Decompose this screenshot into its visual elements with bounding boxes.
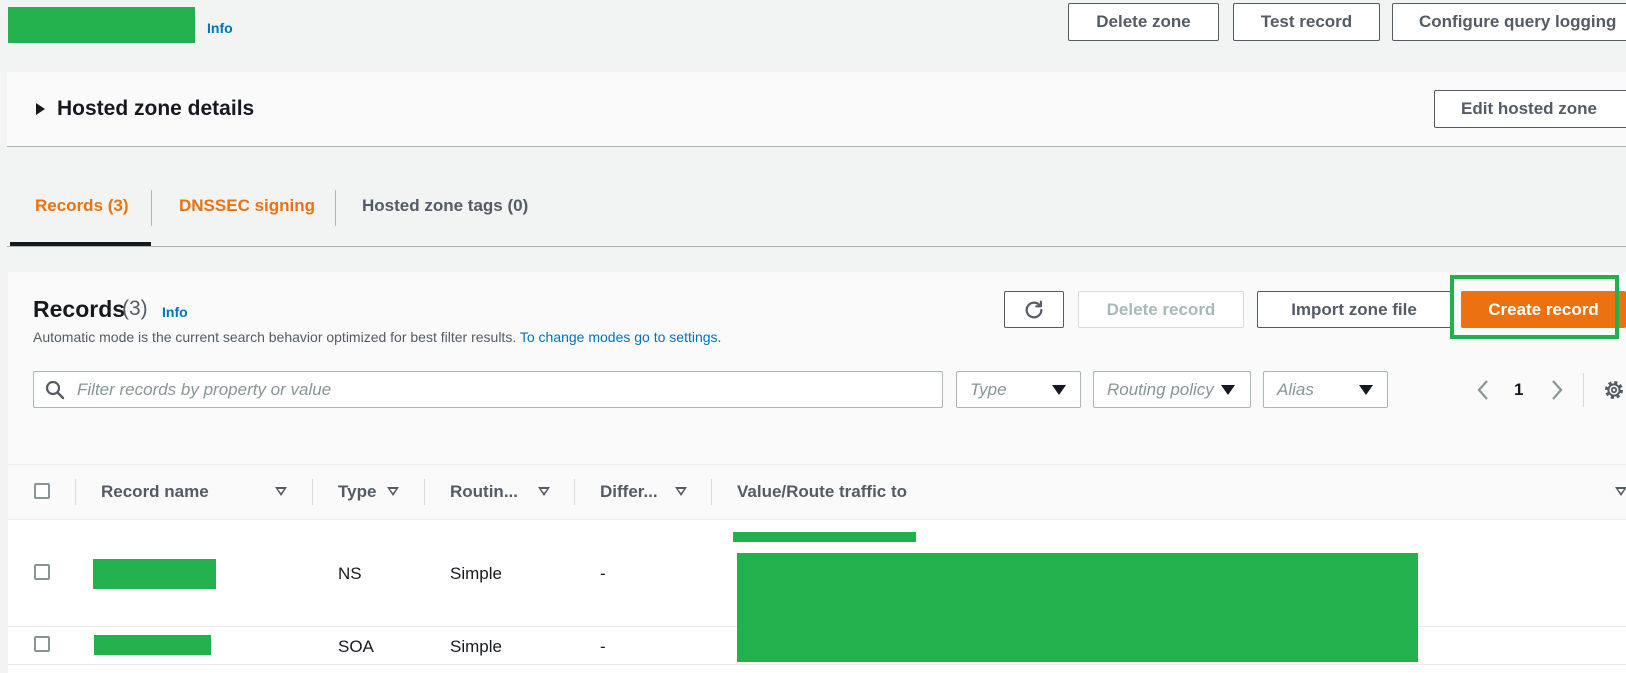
tabs-baseline — [7, 246, 1626, 247]
routing-policy-filter-select[interactable]: Routing policy — [1093, 371, 1251, 408]
search-mode-text: Automatic mode is the current search beh… — [33, 329, 517, 345]
sort-icon[interactable] — [538, 487, 550, 496]
import-zone-file-button[interactable]: Import zone file — [1257, 291, 1451, 328]
differentiator-cell: - — [600, 637, 606, 656]
sort-icon[interactable] — [675, 487, 687, 496]
caret-right-icon[interactable] — [36, 103, 45, 115]
alias-filter-label: Alias — [1277, 379, 1314, 399]
column-divider — [424, 479, 425, 505]
column-header-routing-policy[interactable]: Routin... — [450, 482, 518, 502]
refresh-button[interactable] — [1004, 291, 1064, 328]
record-type-cell: NS — [338, 564, 362, 583]
routing-policy-cell: Simple — [450, 637, 502, 656]
chevron-down-icon — [1359, 385, 1373, 395]
sort-icon[interactable] — [275, 487, 287, 496]
tab-divider — [335, 190, 336, 226]
row-checkbox[interactable] — [34, 636, 50, 652]
type-filter-select[interactable]: Type — [956, 371, 1081, 408]
records-title: Records — [33, 296, 126, 322]
redacted-values-block — [737, 553, 1418, 662]
current-page-number[interactable]: 1 — [1514, 380, 1523, 400]
column-divider — [574, 479, 575, 505]
routing-policy-cell: Simple — [450, 564, 502, 583]
chevron-right-icon[interactable] — [1550, 379, 1564, 401]
pagination-divider — [1583, 373, 1584, 407]
edit-hosted-zone-button[interactable]: Edit hosted zone — [1434, 90, 1626, 128]
chevron-down-icon — [1052, 385, 1066, 395]
tab-records[interactable]: Records (3) — [35, 196, 129, 216]
chevron-down-icon — [1221, 385, 1235, 395]
settings-link[interactable]: To change modes go to settings. — [520, 329, 722, 345]
alias-filter-select[interactable]: Alias — [1263, 371, 1388, 408]
records-description: Automatic mode is the current search beh… — [33, 329, 721, 345]
records-info-link[interactable]: Info — [162, 304, 188, 320]
column-divider — [711, 479, 712, 505]
differentiator-cell: - — [600, 564, 606, 583]
configure-query-logging-button[interactable]: Configure query logging — [1392, 3, 1626, 41]
test-record-button[interactable]: Test record — [1233, 3, 1380, 41]
type-filter-label: Type — [970, 379, 1007, 399]
redacted-value — [733, 532, 916, 542]
record-type-cell: SOA — [338, 637, 374, 656]
chevron-left-icon[interactable] — [1476, 379, 1490, 401]
redacted-record-name[interactable] — [94, 635, 211, 655]
search-icon — [45, 380, 65, 399]
hosted-zone-details-title[interactable]: Hosted zone details — [57, 97, 254, 121]
column-header-type[interactable]: Type — [338, 482, 376, 502]
column-divider — [312, 479, 313, 505]
info-link[interactable]: Info — [207, 20, 233, 36]
routing-policy-filter-label: Routing policy — [1107, 379, 1214, 399]
sort-icon[interactable] — [387, 487, 399, 496]
highlight-box — [1450, 275, 1619, 339]
row-checkbox[interactable] — [34, 564, 50, 580]
column-header-record-name[interactable]: Record name — [101, 482, 209, 502]
redacted-record-name[interactable] — [93, 559, 216, 589]
search-input[interactable]: Filter records by property or value — [33, 371, 943, 408]
refresh-icon — [1025, 300, 1043, 318]
sort-icon[interactable] — [1615, 487, 1626, 496]
redacted-zone-name — [8, 7, 195, 43]
column-header-value[interactable]: Value/Route traffic to — [737, 482, 907, 502]
gear-icon[interactable] — [1602, 378, 1626, 402]
select-all-checkbox[interactable] — [34, 483, 50, 499]
search-placeholder: Filter records by property or value — [77, 379, 332, 399]
records-count: (3) — [122, 297, 148, 320]
column-divider — [75, 479, 76, 505]
tab-divider — [151, 190, 152, 226]
tab-dnssec-signing[interactable]: DNSSEC signing — [179, 196, 315, 216]
delete-record-button[interactable]: Delete record — [1078, 291, 1244, 328]
tab-hosted-zone-tags[interactable]: Hosted zone tags (0) — [362, 196, 528, 216]
column-header-differentiator[interactable]: Differ... — [600, 482, 658, 502]
delete-zone-button[interactable]: Delete zone — [1068, 3, 1219, 41]
